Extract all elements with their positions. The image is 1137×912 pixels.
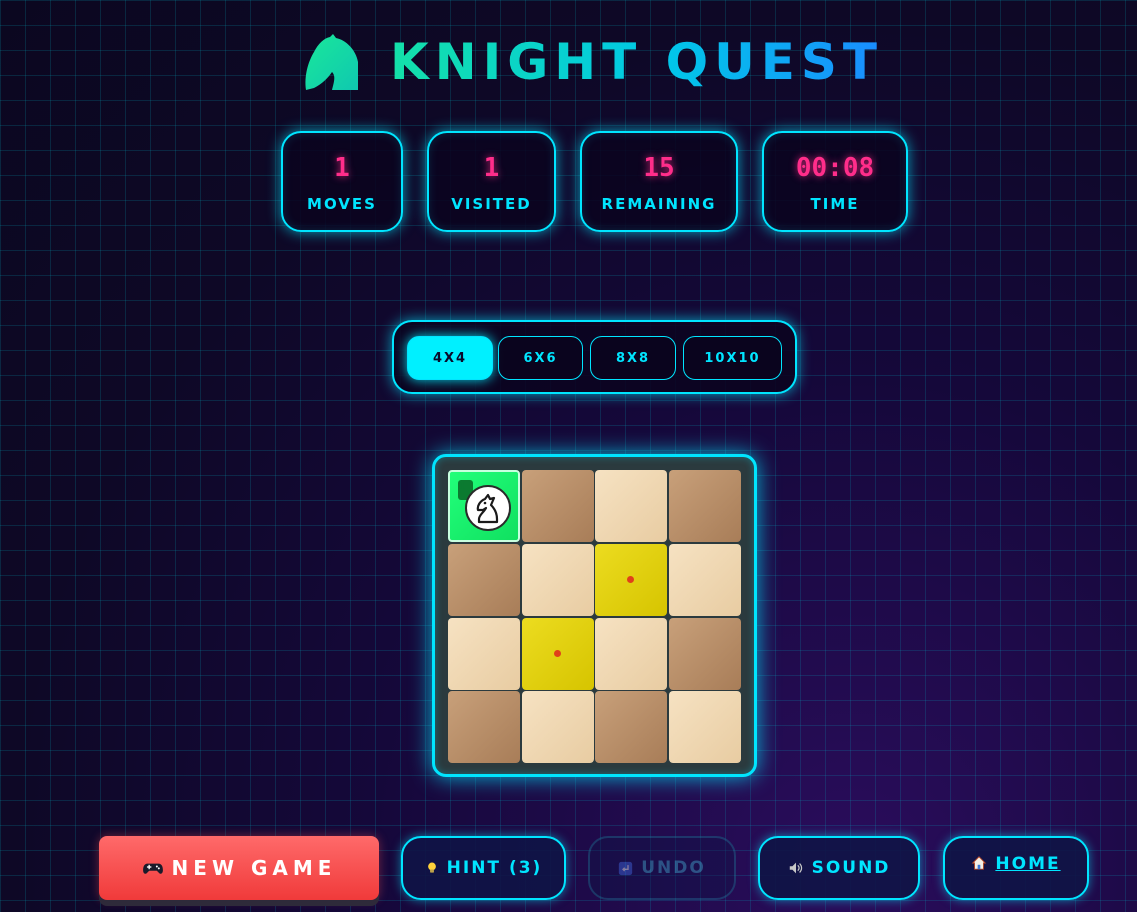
board-cell-valid-move[interactable]: [595, 544, 667, 616]
board-cell[interactable]: [669, 618, 741, 690]
time-value: 00:08: [795, 153, 875, 183]
board-cell[interactable]: [448, 544, 520, 616]
moves-stat: 1 MOVES: [281, 131, 403, 232]
remaining-stat: 15 REMAINING: [580, 131, 738, 232]
gamepad-icon: [142, 863, 163, 874]
board-cell[interactable]: [669, 544, 741, 616]
board-cell[interactable]: [522, 691, 594, 763]
moves-label: MOVES: [307, 195, 377, 213]
undo-icon: [619, 861, 633, 875]
visited-value: 1: [483, 153, 500, 183]
undo-button[interactable]: UNDO: [588, 836, 736, 900]
house-icon: [972, 856, 987, 870]
size-button-6x6[interactable]: 6X6: [498, 336, 583, 380]
time-stat: 00:08 TIME: [762, 131, 908, 232]
sound-label: SOUND: [811, 858, 891, 878]
move-dot: [554, 650, 561, 657]
home-button[interactable]: HOME: [943, 836, 1089, 900]
knight-piece-icon: [465, 485, 511, 531]
size-button-4x4[interactable]: 4X4: [407, 336, 493, 380]
board-cell[interactable]: [522, 544, 594, 616]
chess-board: 1: [432, 454, 757, 777]
board-cell-valid-move[interactable]: [522, 618, 594, 690]
game-title: KNIGHT QUEST: [390, 33, 883, 91]
remaining-label: REMAINING: [601, 195, 717, 213]
board-cell[interactable]: [595, 618, 667, 690]
moves-value: 1: [334, 153, 350, 183]
new-game-button[interactable]: NEW GAME: [99, 836, 379, 900]
visited-stat: 1 VISITED: [427, 131, 556, 232]
board-cell[interactable]: [669, 691, 741, 763]
board-cell[interactable]: [448, 618, 520, 690]
sound-button[interactable]: SOUND: [758, 836, 920, 900]
board-cell[interactable]: [595, 470, 667, 542]
board-cell[interactable]: [595, 691, 667, 763]
board-cell-current[interactable]: 1: [448, 470, 520, 542]
remaining-value: 15: [643, 153, 675, 183]
home-label: HOME: [995, 854, 1061, 874]
move-dot: [627, 576, 634, 583]
hint-button[interactable]: HINT (3): [401, 836, 566, 900]
hint-label: HINT (3): [446, 858, 543, 878]
board-size-selector: 4X4 6X6 8X8 10X10: [392, 320, 797, 394]
board-cell[interactable]: [448, 691, 520, 763]
new-game-label: NEW GAME: [171, 856, 337, 880]
knight-icon: [305, 34, 358, 90]
visited-label: VISITED: [451, 195, 532, 213]
game-header: KNIGHT QUEST: [300, 30, 883, 94]
board-cell[interactable]: [522, 470, 594, 542]
size-button-8x8[interactable]: 8X8: [590, 336, 676, 380]
size-button-10x10[interactable]: 10X10: [683, 336, 782, 380]
board-cell[interactable]: [669, 470, 741, 542]
time-label: TIME: [810, 195, 860, 213]
lightbulb-icon: [427, 862, 436, 873]
speaker-icon: [789, 862, 802, 874]
undo-label: UNDO: [641, 858, 706, 878]
